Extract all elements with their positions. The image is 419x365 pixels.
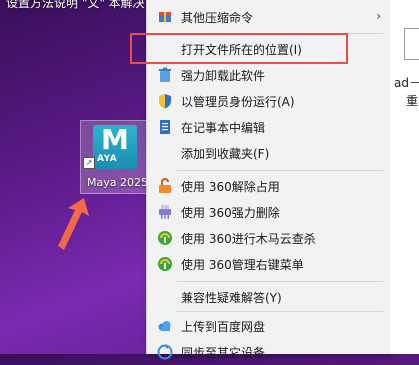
shield-icon	[159, 94, 171, 109]
menu-item-label: 上传到百度网盘	[181, 320, 266, 334]
unlock-icon	[159, 178, 171, 193]
menu-item-360-trojan-scan[interactable]: 使用 360进行木马云查杀	[147, 225, 391, 251]
menu-item-sync-devices[interactable]: 同步至其它设备	[147, 339, 391, 365]
trash-icon	[159, 67, 171, 82]
menu-separator	[177, 311, 383, 312]
menu-item-label: 兼容性疑难解答(Y)	[181, 291, 282, 305]
menu-item-label: 添加到收藏夹(F)	[181, 147, 270, 161]
360-menu-icon	[158, 257, 172, 271]
menu-item-label: 使用 360解除占用	[181, 180, 280, 194]
menu-item-label: 同步至其它设备	[181, 346, 266, 360]
menu-item-360-force-delete[interactable]: 使用 360强力删除	[147, 199, 391, 225]
shredder-icon	[159, 205, 171, 219]
menu-item-run-as-admin[interactable]: 以管理员身份运行(A)	[147, 88, 391, 114]
menu-item-compatibility-troubleshoot[interactable]: 兼容性疑难解答(Y)	[147, 284, 391, 310]
menu-item-label: 使用 360进行木马云查杀	[181, 232, 316, 246]
menu-item-edit-in-notepad[interactable]: 在记事本中编辑	[147, 114, 391, 140]
document-icon[interactable]	[404, 28, 419, 60]
menu-item-360-manage-menu[interactable]: 使用 360管理右键菜单	[147, 251, 391, 277]
menu-item-add-to-favorites[interactable]: 添加到收藏夹(F)	[147, 140, 391, 166]
sync-icon	[157, 344, 173, 360]
menu-item-upload-baidu[interactable]: 上传到百度网盘	[147, 313, 391, 339]
menu-item-other-compress[interactable]: 其他压缩命令 ›	[147, 4, 391, 30]
menu-item-label: 在记事本中编辑	[181, 121, 266, 135]
menu-item-360-unlock[interactable]: 使用 360解除占用	[147, 173, 391, 199]
shortcut-arrow-icon: ↗	[83, 157, 95, 169]
cloud-icon	[158, 321, 171, 331]
menu-item-label: 使用 360管理右键菜单	[181, 258, 304, 272]
background-file-label-2: 重	[406, 94, 419, 108]
maya-app-icon: M AYA	[93, 123, 137, 169]
background-file-label: ad－	[394, 76, 419, 90]
maya-desktop-shortcut[interactable]: M AYA ↗ Maya 2025	[80, 120, 150, 194]
maya-logo-sub: AYA	[97, 154, 118, 164]
menu-item-label: 其他压缩命令	[181, 11, 254, 25]
menu-item-label: 以管理员身份运行(A)	[181, 95, 295, 109]
highlight-box	[130, 33, 348, 64]
notepad-icon	[160, 120, 170, 134]
menu-separator	[177, 170, 383, 171]
desktop-background-text: 设置方法说明 "文" 本解决	[6, 0, 145, 10]
compress-icon	[159, 12, 171, 22]
menu-separator	[177, 281, 383, 282]
360-scan-icon	[158, 231, 172, 245]
chevron-right-icon: ›	[376, 9, 381, 23]
menu-item-force-uninstall[interactable]: 强力卸载此软件	[147, 62, 391, 88]
annotation-arrow-icon	[58, 198, 89, 250]
desktop-icon-label: Maya 2025	[87, 176, 148, 189]
menu-item-label: 使用 360强力删除	[181, 206, 280, 220]
maya-logo-letter: M	[101, 123, 129, 156]
menu-item-label: 强力卸载此软件	[181, 69, 266, 83]
